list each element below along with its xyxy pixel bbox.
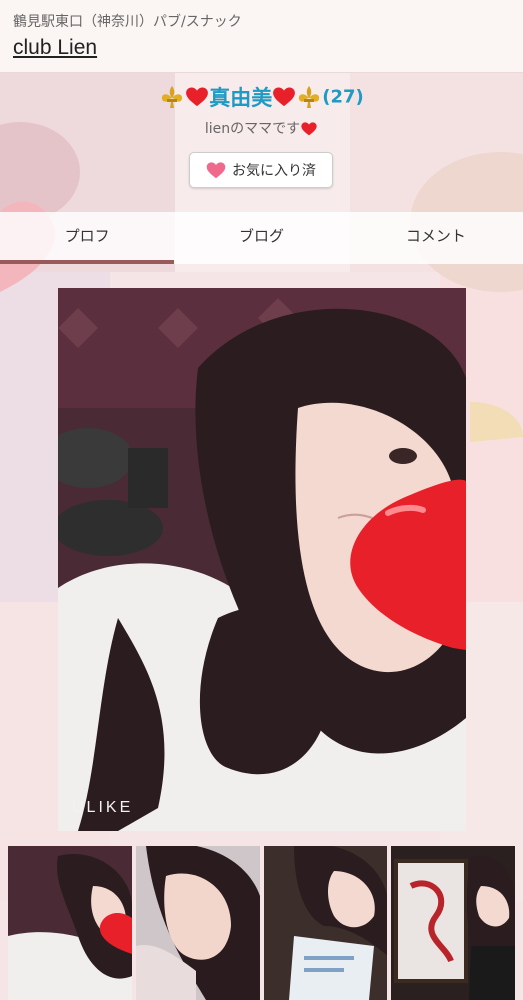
thumbnail-image [8, 846, 132, 1000]
portrait-image [58, 288, 466, 831]
cast-name: 真由美 [209, 86, 273, 110]
thumbnail-3[interactable] [263, 846, 388, 1000]
profile-tabs: プロフ ブログ コメント [0, 212, 523, 264]
cast-name-row: 真由美 (27) [0, 82, 523, 112]
heart-icon [301, 122, 317, 136]
heart-icon [273, 87, 296, 107]
favorite-button[interactable]: お気に入り済 [189, 152, 333, 188]
thumbnail-image [391, 846, 515, 1000]
tab-comment[interactable]: コメント [349, 212, 523, 264]
fleur-de-lis-icon [162, 86, 183, 108]
area-category: 鶴見駅東口（神奈川）パブ/スナック [13, 14, 242, 30]
fleur-de-lis-icon [299, 86, 320, 108]
subtitle-text: lienのママです [204, 121, 301, 137]
shop-name-link[interactable]: club Lien [13, 36, 97, 60]
heart-icon [186, 87, 209, 107]
thumbnail-image [263, 846, 388, 1000]
tab-profile[interactable]: プロフ [0, 212, 175, 264]
thumbnail-image [135, 846, 260, 1000]
cast-age: (27) [322, 86, 364, 108]
pink-heart-icon [206, 161, 226, 178]
main-profile-photo[interactable]: ULIKE [58, 288, 466, 831]
favorite-label: お気に入り済 [232, 163, 316, 179]
photo-thumbnails [8, 846, 515, 1000]
tab-blog[interactable]: ブログ [174, 212, 348, 264]
thumbnail-1[interactable] [8, 846, 132, 1000]
cast-subtitle: lienのママです [0, 118, 523, 138]
thumbnail-2[interactable] [135, 846, 260, 1000]
site-header: 鶴見駅東口（神奈川）パブ/スナック club Lien [0, 0, 523, 73]
photo-watermark: ULIKE [72, 799, 134, 816]
thumbnail-4[interactable] [391, 846, 515, 1000]
